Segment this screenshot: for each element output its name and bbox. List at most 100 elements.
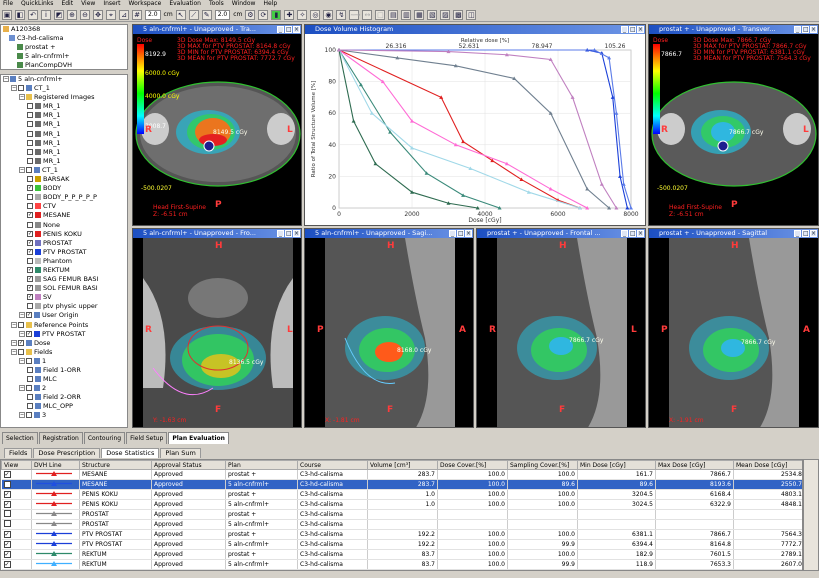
menu-item[interactable]: File: [3, 0, 13, 8]
view-checkbox[interactable]: ✓: [3, 501, 11, 508]
visibility-checkbox[interactable]: ✓: [27, 276, 33, 283]
tree-node[interactable]: 5 aln-cnfrml+: [1, 52, 127, 61]
cursor-icon[interactable]: ↯: [336, 9, 347, 20]
sagittal-ct-image-2[interactable]: [649, 238, 819, 428]
tree-node[interactable]: −2: [1, 384, 127, 393]
column-header[interactable]: Min Dose [cGy]: [577, 460, 656, 470]
column-header[interactable]: Plan: [225, 460, 298, 470]
refresh-icon[interactable]: ⟳: [258, 9, 269, 20]
zoom-in-icon[interactable]: ⊕: [67, 9, 77, 20]
menu-item[interactable]: Evaluation: [169, 0, 201, 8]
tree-node[interactable]: MR_1: [1, 130, 127, 139]
view-checkbox[interactable]: ✓: [3, 551, 11, 558]
menu-item[interactable]: Workspace: [129, 0, 162, 8]
visibility-checkbox[interactable]: ✓: [27, 239, 33, 246]
minimize-icon[interactable]: _: [277, 26, 284, 33]
column-header[interactable]: Course: [297, 460, 368, 470]
table-row[interactable]: ✓ PENIS KOKU Approved 5 aln-cnfrml+ C3-hd-ca…: [1, 499, 802, 510]
thickness-field-1[interactable]: 2.0: [145, 9, 161, 20]
grid-icon[interactable]: #: [132, 9, 142, 20]
layout-6-icon[interactable]: ▩: [453, 9, 464, 20]
maximize-icon[interactable]: □: [285, 230, 292, 237]
tree-node[interactable]: None: [1, 221, 127, 230]
maximize-icon[interactable]: □: [457, 230, 464, 237]
frontal-view-panel-2[interactable]: prostat + - Unapproved - Frontal ... _ □ ×…: [476, 228, 646, 428]
tree-node[interactable]: −1: [1, 357, 127, 366]
tree-node[interactable]: BODY_P_P_P_P_P: [1, 193, 127, 202]
visibility-checkbox[interactable]: [27, 112, 33, 119]
crosshair-icon[interactable]: ⌖: [106, 9, 116, 20]
tree-node[interactable]: −3: [1, 411, 127, 420]
visibility-checkbox[interactable]: [26, 166, 32, 173]
visibility-checkbox[interactable]: ✓: [27, 248, 33, 255]
tree-node[interactable]: Field 1-ORR: [1, 366, 127, 375]
visibility-checkbox[interactable]: [27, 376, 33, 383]
tree-node[interactable]: ✓ SAG FEMUR BASI: [1, 275, 127, 284]
expand-icon[interactable]: −: [19, 166, 25, 173]
close-icon[interactable]: ×: [293, 230, 300, 237]
tree-node[interactable]: − Reference Points: [1, 321, 127, 330]
dvh-line-cell[interactable]: [31, 519, 80, 530]
dvh-line-cell[interactable]: [31, 559, 80, 570]
arrow-icon[interactable]: ↖: [175, 9, 186, 20]
tree-node[interactable]: − Fields: [1, 348, 127, 357]
tab-plan-evaluation[interactable]: Plan Evaluation: [168, 432, 229, 444]
tree-node[interactable]: ✓ SOL FEMUR BASI: [1, 284, 127, 293]
open-icon[interactable]: ▣: [2, 9, 12, 20]
column-header[interactable]: Volume [cm³]: [367, 460, 438, 470]
disabled-tool-2-icon[interactable]: ↔: [362, 9, 373, 20]
frontal-ct-image-2[interactable]: [477, 238, 646, 428]
expand-icon[interactable]: −: [19, 94, 25, 101]
beam-icon[interactable]: ✧: [297, 9, 308, 20]
dvh-panel[interactable]: Dose Volume Histogram _ □ × 0 2000 4000 6000 8…: [304, 24, 646, 226]
layout-4-icon[interactable]: ▧: [427, 9, 438, 20]
dvh-line-cell[interactable]: [31, 479, 80, 490]
tree-node[interactable]: Field 2-ORR: [1, 393, 127, 402]
info-icon[interactable]: i: [41, 9, 51, 20]
tree-node[interactable]: BARSAK: [1, 175, 127, 184]
tree-node[interactable]: − CT_1: [1, 84, 127, 93]
subtab-dose-prescription[interactable]: Dose Prescription: [33, 448, 101, 458]
view-cell[interactable]: [1, 519, 32, 530]
table-scrollbar[interactable]: [803, 459, 819, 571]
draw-icon[interactable]: ✎: [201, 9, 212, 20]
menu-item[interactable]: Window: [232, 0, 256, 8]
table-row[interactable]: ✓ MESANE Approved 5 aln-cnfrml+ C3-hd-calism…: [1, 479, 802, 490]
pan-icon[interactable]: ✥: [93, 9, 103, 20]
tree-node[interactable]: MR_1: [1, 157, 127, 166]
tree-node[interactable]: − ✓ User Origin: [1, 311, 127, 320]
visibility-checkbox[interactable]: [27, 103, 33, 110]
table-row[interactable]: PROSTAT Approved 5 aln-cnfrml+ C3-hd-calism…: [1, 519, 802, 530]
tree-node[interactable]: A120368: [1, 25, 127, 34]
tab-registration[interactable]: Registration: [38, 432, 83, 444]
column-header[interactable]: Mean Dose [cGy]: [733, 460, 802, 470]
tab-selection[interactable]: Selection: [2, 432, 38, 444]
thickness-field-2[interactable]: 2.0: [214, 9, 231, 20]
maximize-icon[interactable]: □: [629, 26, 636, 33]
tree-node[interactable]: MR_1: [1, 148, 127, 157]
visibility-checkbox[interactable]: [26, 357, 32, 364]
undo-icon[interactable]: ↶: [28, 9, 38, 20]
tree-node[interactable]: Phantom: [1, 257, 127, 266]
layout-2-icon[interactable]: ▥: [401, 9, 412, 20]
close-icon[interactable]: ×: [637, 26, 644, 33]
table-row[interactable]: PROSTAT Approved prostat + C3-hd-calisma: [1, 509, 802, 520]
close-icon[interactable]: ×: [293, 26, 300, 33]
tree-node[interactable]: − ✓ PTV PROSTAT: [1, 330, 127, 339]
dvh-line-cell[interactable]: [31, 549, 80, 560]
sagittal-ct-image[interactable]: [305, 238, 474, 428]
visibility-checkbox[interactable]: [27, 367, 33, 373]
visibility-checkbox[interactable]: [27, 394, 33, 401]
dvh-line-cell[interactable]: [31, 499, 80, 510]
dvh-line-cell[interactable]: [31, 529, 80, 540]
column-header[interactable]: Dose Cover.[%]: [437, 460, 508, 470]
column-header[interactable]: Sampling Cover.[%]: [507, 460, 578, 470]
visibility-checkbox[interactable]: [27, 221, 33, 228]
transverse-view-panel-2[interactable]: prostat + - Unapproved - Transver... _ □ ×…: [648, 24, 819, 226]
visibility-checkbox[interactable]: [27, 148, 33, 155]
column-header[interactable]: Approval Status: [151, 460, 226, 470]
view-checkbox[interactable]: ✓: [3, 481, 11, 488]
tree-node[interactable]: ✓ REKTUM: [1, 266, 127, 275]
subtab-fields[interactable]: Fields: [4, 448, 33, 458]
maximize-icon[interactable]: □: [802, 230, 809, 237]
